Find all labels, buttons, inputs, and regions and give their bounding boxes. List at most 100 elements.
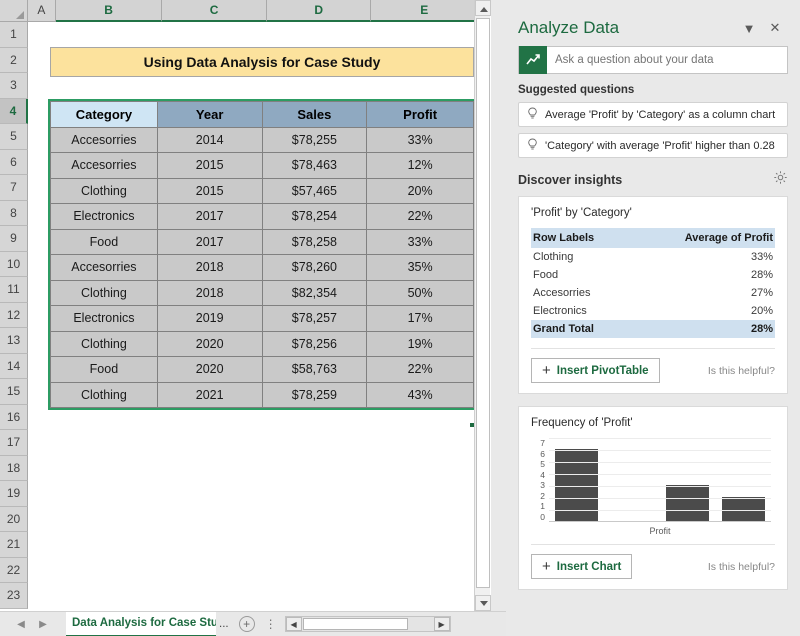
cell-category[interactable]: Clothing — [51, 178, 158, 204]
column-header-a[interactable]: A — [28, 0, 56, 22]
cell-sales[interactable]: $78,255 — [262, 127, 367, 153]
insert-pivottable-button[interactable]: + Insert PivotTable — [531, 358, 660, 383]
cell-profit[interactable]: 22% — [367, 357, 474, 383]
column-header-e[interactable]: E — [371, 0, 478, 22]
cell-profit[interactable]: 35% — [367, 255, 474, 281]
column-header-category[interactable]: Category — [51, 102, 158, 128]
cell-year[interactable]: 2017 — [157, 204, 262, 230]
chevron-down-icon[interactable]: ▼ — [736, 15, 762, 41]
row-header-4[interactable]: 4 — [0, 99, 28, 125]
cell-category[interactable]: Electronics — [51, 204, 158, 230]
chart-feedback-link[interactable]: Is this helpful? — [708, 561, 775, 573]
row-header-6[interactable]: 6 — [0, 150, 28, 176]
title-cell[interactable]: Using Data Analysis for Case Study — [50, 47, 474, 77]
cell-category[interactable]: Clothing — [51, 382, 158, 408]
cell-profit[interactable]: 22% — [367, 204, 474, 230]
row-header-2[interactable]: 2 — [0, 48, 28, 74]
cell-category[interactable]: Electronics — [51, 306, 158, 332]
row-header-16[interactable]: 16 — [0, 405, 28, 431]
cell-sales[interactable]: $78,256 — [262, 331, 367, 357]
horizontal-scroll-thumb[interactable] — [303, 618, 408, 630]
cell-profit[interactable]: 50% — [367, 280, 474, 306]
cell-sales[interactable]: $57,465 — [262, 178, 367, 204]
cell-profit[interactable]: 33% — [367, 229, 474, 255]
cell-sales[interactable]: $78,258 — [262, 229, 367, 255]
column-header-sales[interactable]: Sales — [262, 102, 367, 128]
row-header-8[interactable]: 8 — [0, 201, 28, 227]
gear-icon[interactable] — [773, 170, 788, 190]
cell-year[interactable]: 2015 — [157, 153, 262, 179]
pane-divider[interactable] — [491, 0, 506, 636]
cell-sales[interactable]: $78,254 — [262, 204, 367, 230]
vertical-scrollbar[interactable] — [474, 0, 490, 611]
cell-category[interactable]: Clothing — [51, 280, 158, 306]
row-header-3[interactable]: 3 — [0, 73, 28, 99]
sheet-tab-data-analysis[interactable]: Data Analysis for Case Stu — [66, 612, 216, 636]
column-header-b[interactable]: B — [56, 0, 163, 22]
column-header-d[interactable]: D — [267, 0, 372, 22]
row-header-10[interactable]: 10 — [0, 252, 28, 278]
cell-category[interactable]: Food — [51, 229, 158, 255]
cell-profit[interactable]: 43% — [367, 382, 474, 408]
tab-options-button[interactable]: ⋮ — [265, 617, 277, 631]
row-header-7[interactable]: 7 — [0, 175, 28, 201]
cell-sales[interactable]: $58,763 — [262, 357, 367, 383]
cell-year[interactable]: 2020 — [157, 357, 262, 383]
row-header-15[interactable]: 15 — [0, 379, 28, 405]
cell-year[interactable]: 2014 — [157, 127, 262, 153]
column-header-c[interactable]: C — [162, 0, 267, 22]
cell-category[interactable]: Accesorries — [51, 153, 158, 179]
cell-year[interactable]: 2017 — [157, 229, 262, 255]
cell-year[interactable]: 2018 — [157, 255, 262, 281]
cell-sales[interactable]: $78,259 — [262, 382, 367, 408]
row-header-13[interactable]: 13 — [0, 328, 28, 354]
cell-category[interactable]: Accesorries — [51, 127, 158, 153]
cell-profit[interactable]: 12% — [367, 153, 474, 179]
cell-grid[interactable]: Using Data Analysis for Case Study Categ… — [28, 22, 478, 609]
row-header-9[interactable]: 9 — [0, 226, 28, 252]
scroll-up-button[interactable] — [475, 0, 491, 16]
cell-profit[interactable]: 33% — [367, 127, 474, 153]
cell-profit[interactable]: 20% — [367, 178, 474, 204]
hscroll-right-button[interactable]: ▶ — [434, 617, 450, 631]
next-sheet-button[interactable]: ▶ — [32, 612, 54, 636]
cell-year[interactable]: 2019 — [157, 306, 262, 332]
cell-sales[interactable]: $78,260 — [262, 255, 367, 281]
horizontal-scrollbar[interactable]: ◀ ▶ — [285, 616, 451, 632]
cell-category[interactable]: Food — [51, 357, 158, 383]
scroll-down-button[interactable] — [475, 595, 491, 611]
row-header-22[interactable]: 22 — [0, 558, 28, 584]
cell-sales[interactable]: $78,257 — [262, 306, 367, 332]
row-header-20[interactable]: 20 — [0, 507, 28, 533]
cell-profit[interactable]: 17% — [367, 306, 474, 332]
cell-category[interactable]: Clothing — [51, 331, 158, 357]
row-header-21[interactable]: 21 — [0, 532, 28, 558]
cell-year[interactable]: 2021 — [157, 382, 262, 408]
column-header-profit[interactable]: Profit — [367, 102, 474, 128]
vertical-scroll-thumb[interactable] — [476, 18, 490, 588]
suggestion-item-2[interactable]: 'Category' with average 'Profit' higher … — [518, 133, 788, 158]
row-header-18[interactable]: 18 — [0, 456, 28, 482]
add-sheet-button[interactable]: + — [239, 616, 255, 632]
cell-profit[interactable]: 19% — [367, 331, 474, 357]
select-all-corner[interactable] — [0, 0, 28, 22]
row-header-11[interactable]: 11 — [0, 277, 28, 303]
ask-question-input[interactable] — [547, 54, 787, 66]
cell-year[interactable]: 2015 — [157, 178, 262, 204]
cell-sales[interactable]: $78,463 — [262, 153, 367, 179]
insert-chart-button[interactable]: + Insert Chart — [531, 554, 632, 579]
row-header-17[interactable]: 17 — [0, 430, 28, 456]
close-icon[interactable]: ✕ — [762, 15, 788, 41]
pivot-feedback-link[interactable]: Is this helpful? — [708, 365, 775, 377]
column-header-year[interactable]: Year — [157, 102, 262, 128]
cell-category[interactable]: Accesorries — [51, 255, 158, 281]
hscroll-left-button[interactable]: ◀ — [286, 617, 302, 631]
row-header-12[interactable]: 12 — [0, 303, 28, 329]
prev-sheet-button[interactable]: ◀ — [10, 612, 32, 636]
row-header-19[interactable]: 19 — [0, 481, 28, 507]
cell-year[interactable]: 2020 — [157, 331, 262, 357]
cell-sales[interactable]: $82,354 — [262, 280, 367, 306]
ask-question-box[interactable] — [518, 46, 788, 74]
row-header-23[interactable]: 23 — [0, 583, 28, 609]
row-header-1[interactable]: 1 — [0, 22, 28, 48]
